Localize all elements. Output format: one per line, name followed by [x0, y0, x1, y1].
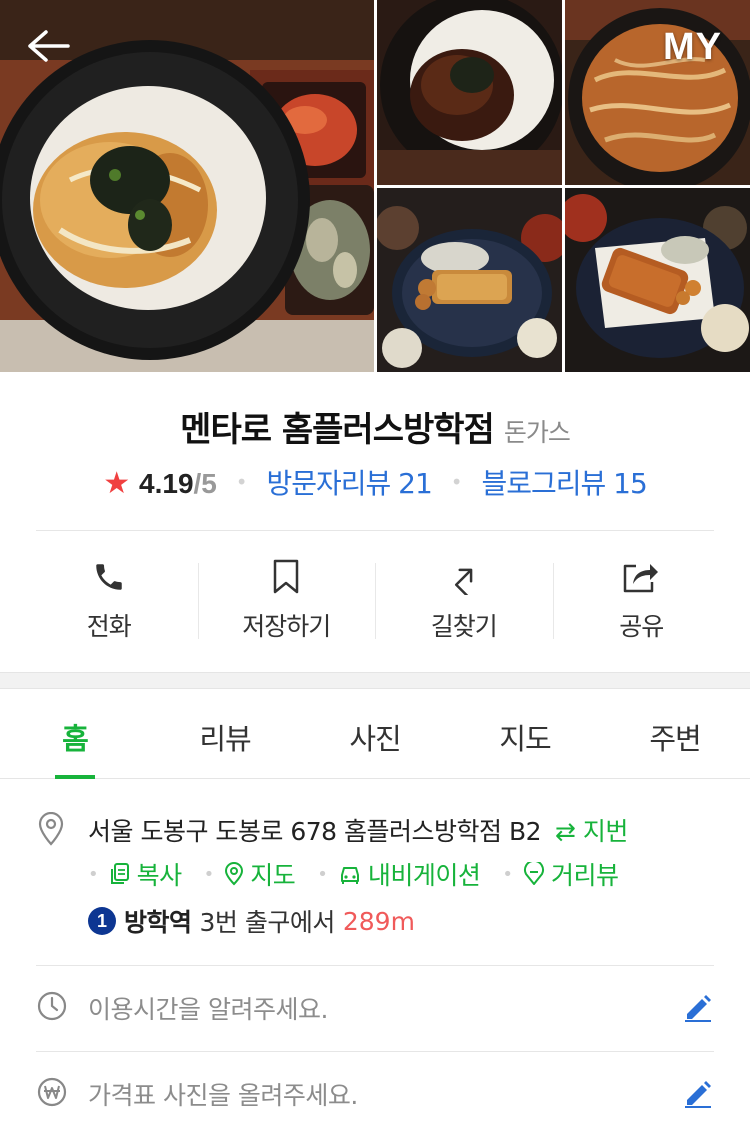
my-button[interactable]: MY [663, 26, 722, 70]
visitor-review-link[interactable]: 방문자리뷰 21 [266, 467, 432, 500]
separator-dot: • [203, 863, 215, 885]
address-line: 서울 도봉구 도봉로 678 홈플러스방학점 B2 ⇄ 지번 [88, 812, 628, 848]
action-label: 전화 [86, 612, 132, 641]
gallery-photo[interactable] [377, 0, 562, 185]
separator-dot: • [502, 863, 514, 885]
edit-pencil-icon[interactable] [682, 992, 714, 1024]
section-gap [0, 672, 750, 689]
street-view-label: 거리뷰 [551, 861, 619, 890]
directions-icon [444, 557, 484, 597]
copy-address-link[interactable]: 복사 [109, 856, 182, 892]
action-label: 길찾기 [430, 612, 498, 641]
action-bar: 전화 저장하기 길찾기 공유 [20, 545, 730, 655]
directions-button[interactable]: 길찾기 [375, 545, 553, 655]
station-name: 방학역 [124, 908, 192, 937]
call-button[interactable]: 전화 [20, 545, 198, 655]
jibun-toggle[interactable]: ⇄ 지번 [555, 817, 628, 846]
walking-distance: 289m [342, 906, 415, 936]
tab-map[interactable]: 지도 [450, 689, 600, 778]
rating-row: ★ 4.19/5 • 방문자리뷰 21 • 블로그리뷰 15 [0, 462, 750, 502]
price-row[interactable]: 가격표 사진을 올려주세요. [36, 1052, 714, 1130]
action-label: 공유 [619, 612, 664, 641]
place-title: 멘타로 홈플러스방학점 돈가스 [0, 402, 750, 451]
won-icon [36, 1076, 68, 1112]
copy-label: 복사 [136, 861, 183, 890]
gallery-photo[interactable] [377, 188, 562, 372]
address-text: 서울 도봉구 도봉로 678 홈플러스방학점 B2 [88, 817, 542, 846]
map-pin-icon [225, 862, 244, 886]
bookmark-icon [266, 557, 306, 597]
separator-dot: • [317, 863, 328, 885]
tab-reviews[interactable]: 리뷰 [150, 689, 300, 778]
star-icon: ★ [103, 466, 131, 501]
street-view-icon [524, 862, 545, 885]
back-button[interactable] [24, 26, 72, 70]
blog-review-link[interactable]: 블로그리뷰 15 [481, 467, 647, 500]
address-links: • 복사 • 지도 • 내비게이션 • 거리뷰 [88, 856, 641, 892]
hours-row[interactable]: 이용시간을 알려주세요. [36, 966, 714, 1050]
photo-gallery: MY [0, 0, 750, 372]
copy-icon [110, 863, 129, 884]
tab-nearby[interactable]: 주변 [600, 689, 750, 778]
navigation-link[interactable]: 내비게이션 [338, 856, 481, 892]
map-label: 지도 [250, 861, 296, 890]
separator-dot: • [235, 470, 248, 494]
place-name: 멘타로 홈플러스방학점 [180, 410, 495, 450]
rating-score: 4.19 [139, 468, 194, 499]
tab-photos[interactable]: 사진 [300, 689, 450, 778]
hours-prompt: 이용시간을 알려주세요. [88, 995, 328, 1024]
tab-home[interactable]: 홈 [0, 689, 150, 779]
action-label: 저장하기 [242, 612, 331, 641]
map-link[interactable]: 지도 [224, 856, 296, 892]
location-pin-icon [36, 811, 66, 850]
place-category: 돈가스 [503, 418, 571, 447]
arrow-left-icon [26, 28, 70, 68]
exit-text: 3번 출구에서 [199, 908, 336, 937]
separator-dot: • [88, 863, 99, 885]
gallery-photo[interactable] [565, 0, 750, 185]
price-prompt: 가격표 사진을 올려주세요. [88, 1081, 358, 1110]
separator-dot: • [450, 470, 463, 494]
tab-bar: 홈 리뷰 사진 지도 주변 [0, 689, 750, 779]
navigation-label: 내비게이션 [367, 861, 481, 890]
clock-icon [36, 990, 68, 1026]
save-button[interactable]: 저장하기 [197, 545, 376, 655]
street-view-link[interactable]: 거리뷰 [523, 856, 619, 892]
subway-info: 1 방학역 3번 출구에서 289m [88, 903, 415, 939]
share-button[interactable]: 공유 [552, 545, 731, 655]
share-icon [621, 557, 661, 597]
rating-max: /5 [193, 468, 217, 499]
divider [36, 530, 714, 531]
phone-icon [89, 557, 129, 597]
subway-line-badge: 1 [88, 907, 116, 935]
edit-pencil-icon[interactable] [682, 1078, 714, 1110]
gallery-photo[interactable] [565, 188, 750, 372]
car-icon [340, 867, 359, 884]
